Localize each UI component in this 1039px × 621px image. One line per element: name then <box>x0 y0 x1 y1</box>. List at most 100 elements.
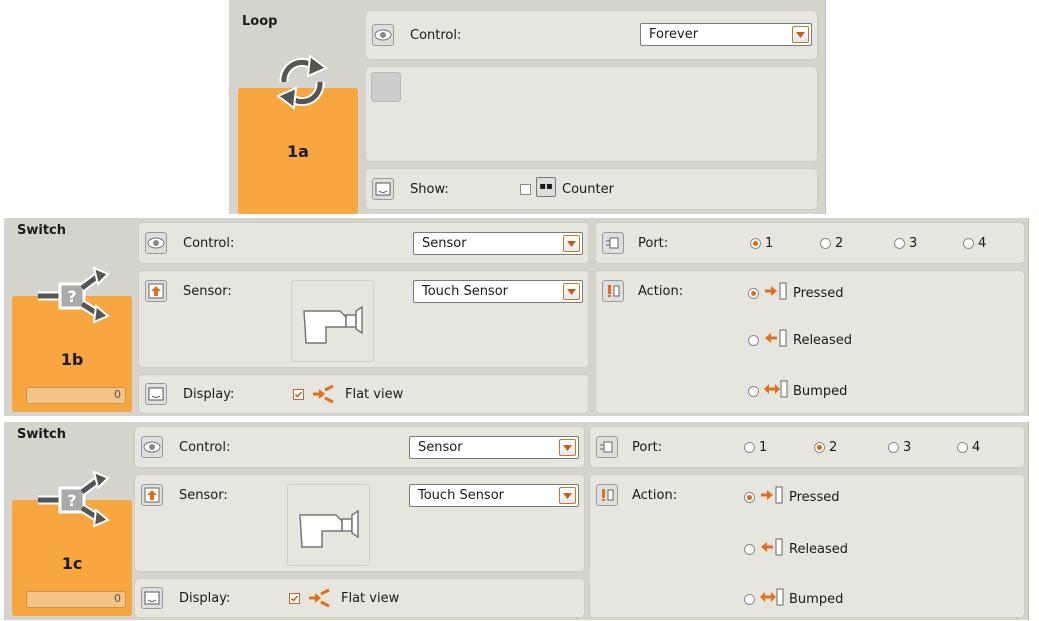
switch-b-sensor-panel: Sensor: Touch Sensor <box>138 270 589 368</box>
pressed-icon <box>763 281 789 305</box>
chevron-down-icon[interactable] <box>559 439 576 456</box>
action-released[interactable]: Released <box>744 537 848 561</box>
bumped-icon <box>763 379 789 403</box>
port-radio[interactable] <box>894 238 905 249</box>
switch-c-port-label: Port: <box>632 440 663 455</box>
port-option-3[interactable]: 3 <box>894 236 917 251</box>
switch-branch-icon: ? <box>34 470 110 528</box>
port-radio[interactable] <box>963 238 974 249</box>
action-bumped[interactable]: Bumped <box>744 587 843 611</box>
action-radio[interactable] <box>744 491 755 503</box>
chevron-down-icon[interactable] <box>563 283 580 300</box>
loop-block: Loop 1a Control: Forever Show: ▪▪ Counte… <box>229 0 826 214</box>
counter-icon: ▪▪ <box>536 177 556 197</box>
switch-b-sensor-dropdown[interactable]: Touch Sensor <box>413 280 583 303</box>
loop-control-label: Control: <box>410 28 462 43</box>
switch-b-display-panel: Display: Flat view <box>138 374 589 414</box>
flat-view-label: Flat view <box>341 591 400 606</box>
flat-view-checkbox[interactable] <box>289 593 300 604</box>
switch-c-counter-field[interactable]: 0 <box>26 591 126 608</box>
switch-c-display-label: Display: <box>179 591 231 606</box>
port-radio[interactable] <box>750 238 761 249</box>
flat-view-label: Flat view <box>345 387 404 402</box>
action-alert-icon <box>602 280 624 302</box>
flat-view-checkbox[interactable] <box>293 389 304 400</box>
port-option-1[interactable]: 1 <box>750 236 773 251</box>
action-pressed[interactable]: Pressed <box>748 281 843 305</box>
switch-c-action-label: Action: <box>632 488 678 503</box>
chevron-down-icon[interactable] <box>563 235 580 252</box>
port-radio[interactable] <box>888 442 899 453</box>
switch-c-control-value: Sensor <box>418 440 463 455</box>
loop-arrows-icon <box>274 52 330 112</box>
port-plug-icon <box>602 232 624 254</box>
loop-show-panel: Show: ▪▪ Counter <box>365 168 818 210</box>
port-option-3[interactable]: 3 <box>888 440 911 455</box>
counter-label: Counter <box>562 182 614 197</box>
action-radio[interactable] <box>744 543 755 555</box>
switch-b-display-label: Display: <box>183 387 235 402</box>
switch-c-port-panel: Port: 1 2 3 4 <box>589 426 1025 468</box>
switch-b-port-panel: Port: 1 2 3 4 <box>595 222 1025 264</box>
action-bumped[interactable]: Bumped <box>748 379 847 403</box>
action-radio[interactable] <box>748 287 759 299</box>
switch-c-action-panel: Action: Pressed Released Bumped <box>589 474 1025 618</box>
chevron-down-icon[interactable] <box>559 487 576 504</box>
show-monitor-icon <box>141 587 163 609</box>
released-icon <box>763 328 789 352</box>
switch-c-display-panel: Display: Flat view <box>134 578 585 618</box>
switch-b-action-panel: Action: Pressed Released Bumped <box>595 270 1025 414</box>
loop-show-label: Show: <box>410 182 449 197</box>
svg-text:?: ? <box>67 287 76 306</box>
switch-b-control-label: Control: <box>183 236 235 251</box>
switch-b-control-panel: Control: Sensor <box>138 222 589 264</box>
switch-c-sensor-label: Sensor: <box>179 488 228 503</box>
port-radio[interactable] <box>744 442 755 453</box>
loop-control-dropdown[interactable]: Forever <box>640 23 812 46</box>
action-radio[interactable] <box>748 334 759 346</box>
chevron-down-icon[interactable] <box>792 26 809 43</box>
switch-b-action-label: Action: <box>638 284 684 299</box>
eye-icon <box>372 24 394 46</box>
loop-control-panel: Control: Forever <box>365 10 818 60</box>
port-option-4[interactable]: 4 <box>957 440 980 455</box>
action-alert-icon <box>596 484 618 506</box>
touch-sensor-image <box>291 280 374 362</box>
switch-block-c: Switch ? 1c 0 Control: Sensor Sensor: To… <box>4 422 1029 620</box>
action-radio[interactable] <box>744 593 755 605</box>
loop-config-panel <box>365 66 818 162</box>
action-radio[interactable] <box>748 385 759 397</box>
switch-c-control-label: Control: <box>179 440 231 455</box>
port-option-2[interactable]: 2 <box>814 440 837 455</box>
port-radio[interactable] <box>820 238 831 249</box>
switch-c-sensor-panel: Sensor: Touch Sensor <box>134 474 585 572</box>
port-option-4[interactable]: 4 <box>963 236 986 251</box>
switch-c-sensor-value: Touch Sensor <box>418 488 505 503</box>
switch-b-counter-field[interactable]: 0 <box>26 387 126 404</box>
switch-b-port-label: Port: <box>638 236 669 251</box>
switch-c-block-id: 1c <box>61 554 83 573</box>
switch-b-title: Switch <box>17 223 67 238</box>
port-radio[interactable] <box>957 442 968 453</box>
eye-icon <box>141 436 163 458</box>
action-pressed[interactable]: Pressed <box>744 485 839 509</box>
action-released[interactable]: Released <box>748 328 852 352</box>
switch-b-control-dropdown[interactable]: Sensor <box>413 232 583 255</box>
pressed-icon <box>759 485 785 509</box>
switch-branch-icon: ? <box>34 266 110 324</box>
port-radio[interactable] <box>814 442 825 453</box>
loop-config-placeholder <box>371 72 401 102</box>
port-option-2[interactable]: 2 <box>820 236 843 251</box>
switch-c-sensor-dropdown[interactable]: Touch Sensor <box>409 484 579 507</box>
switch-b-block-id: 1b <box>60 350 84 369</box>
show-monitor-icon <box>145 383 167 405</box>
port-option-1[interactable]: 1 <box>744 440 767 455</box>
bumped-icon <box>759 587 785 611</box>
loop-title: Loop <box>242 14 278 29</box>
switch-c-control-dropdown[interactable]: Sensor <box>409 436 579 459</box>
switch-c-control-panel: Control: Sensor <box>134 426 585 468</box>
flat-view-icon <box>311 384 337 404</box>
counter-checkbox[interactable] <box>520 184 531 195</box>
touch-sensor-image <box>287 484 370 566</box>
svg-text:?: ? <box>67 491 76 510</box>
